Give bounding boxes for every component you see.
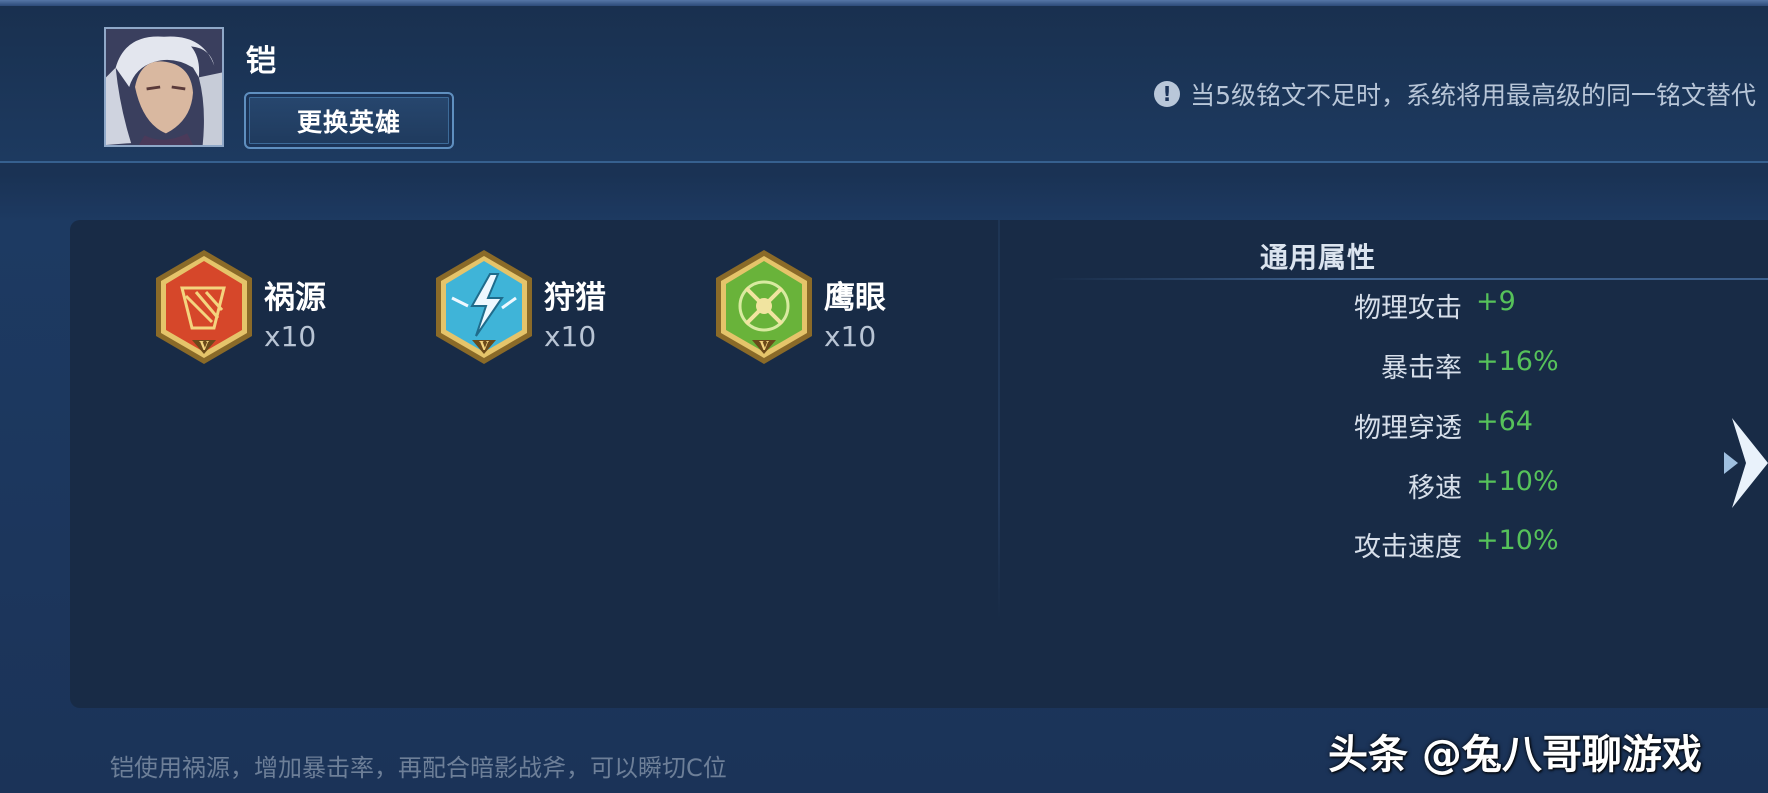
attribute-row: 暴击率 +16% — [1070, 346, 1670, 386]
rune-item-shoulie[interactable]: V 狩猎 x10 — [432, 248, 692, 368]
rune-level-mark: V — [478, 339, 489, 353]
rune-item-huoyuan[interactable]: V 祸源 x10 — [152, 248, 412, 368]
attribute-label: 移速 — [1408, 473, 1462, 504]
rune-item-yingyan[interactable]: V 鹰眼 x10 — [712, 248, 972, 368]
attribute-value: +9 — [1476, 286, 1516, 317]
rune-count: x10 — [544, 320, 597, 353]
yingyan-rune-icon: V — [716, 250, 812, 364]
shoulie-rune-icon: V — [436, 250, 532, 364]
panel-divider — [998, 220, 1000, 620]
huoyuan-rune-icon: V — [156, 250, 252, 364]
attribute-value: +64 — [1476, 406, 1533, 437]
attribute-row: 物理穿透 +64 — [1070, 406, 1670, 446]
exclamation-icon: ! — [1154, 81, 1181, 107]
hero-header: 铠 更换英雄 ! 当5级铭文不足时，系统将用最高级的同一铭文替代 — [0, 6, 1768, 163]
notice-text: 当5级铭文不足时，系统将用最高级的同一铭文替代 — [1190, 81, 1756, 110]
attribute-value: +16% — [1476, 346, 1559, 377]
attribute-row: 物理攻击 +9 — [1070, 286, 1670, 326]
rune-level-mark: V — [758, 339, 769, 353]
attributes-title: 通用属性 — [1260, 241, 1377, 274]
next-page-arrow-icon[interactable] — [1724, 418, 1768, 508]
attribute-value: +10% — [1476, 466, 1559, 497]
rune-panel: V 祸源 x10 V 狩猎 x10 V 鹰眼 x10 通用属性 物理攻击 +9 … — [70, 220, 1768, 708]
attribute-label: 物理攻击 — [1354, 293, 1462, 324]
attributes-divider — [1050, 278, 1768, 280]
rune-count: x10 — [264, 320, 317, 353]
rune-name: 祸源 — [264, 280, 326, 316]
rune-count: x10 — [824, 320, 877, 353]
change-hero-button[interactable]: 更换英雄 — [244, 92, 454, 149]
notice: ! 当5级铭文不足时，系统将用最高级的同一铭文替代 — [1154, 76, 1756, 112]
attribute-label: 暴击率 — [1381, 353, 1462, 384]
attribute-label: 物理穿透 — [1354, 413, 1462, 444]
attribute-label: 攻击速度 — [1354, 532, 1462, 563]
rune-level-mark: V — [198, 339, 209, 353]
hero-portrait-icon — [106, 29, 222, 145]
attribute-row: 攻击速度 +10% — [1070, 525, 1670, 565]
attribute-value: +10% — [1476, 525, 1559, 556]
rune-name: 鹰眼 — [824, 280, 886, 316]
rune-name: 狩猎 — [544, 280, 606, 316]
attribute-row: 移速 +10% — [1070, 466, 1670, 506]
hero-name: 铠 — [246, 44, 276, 79]
watermark: 头条 @兔八哥聊游戏 — [1328, 732, 1702, 778]
footer-note: 铠使用祸源，增加暴击率，再配合暗影战斧，可以瞬切C位 — [110, 754, 727, 782]
hero-avatar[interactable] — [104, 27, 224, 147]
